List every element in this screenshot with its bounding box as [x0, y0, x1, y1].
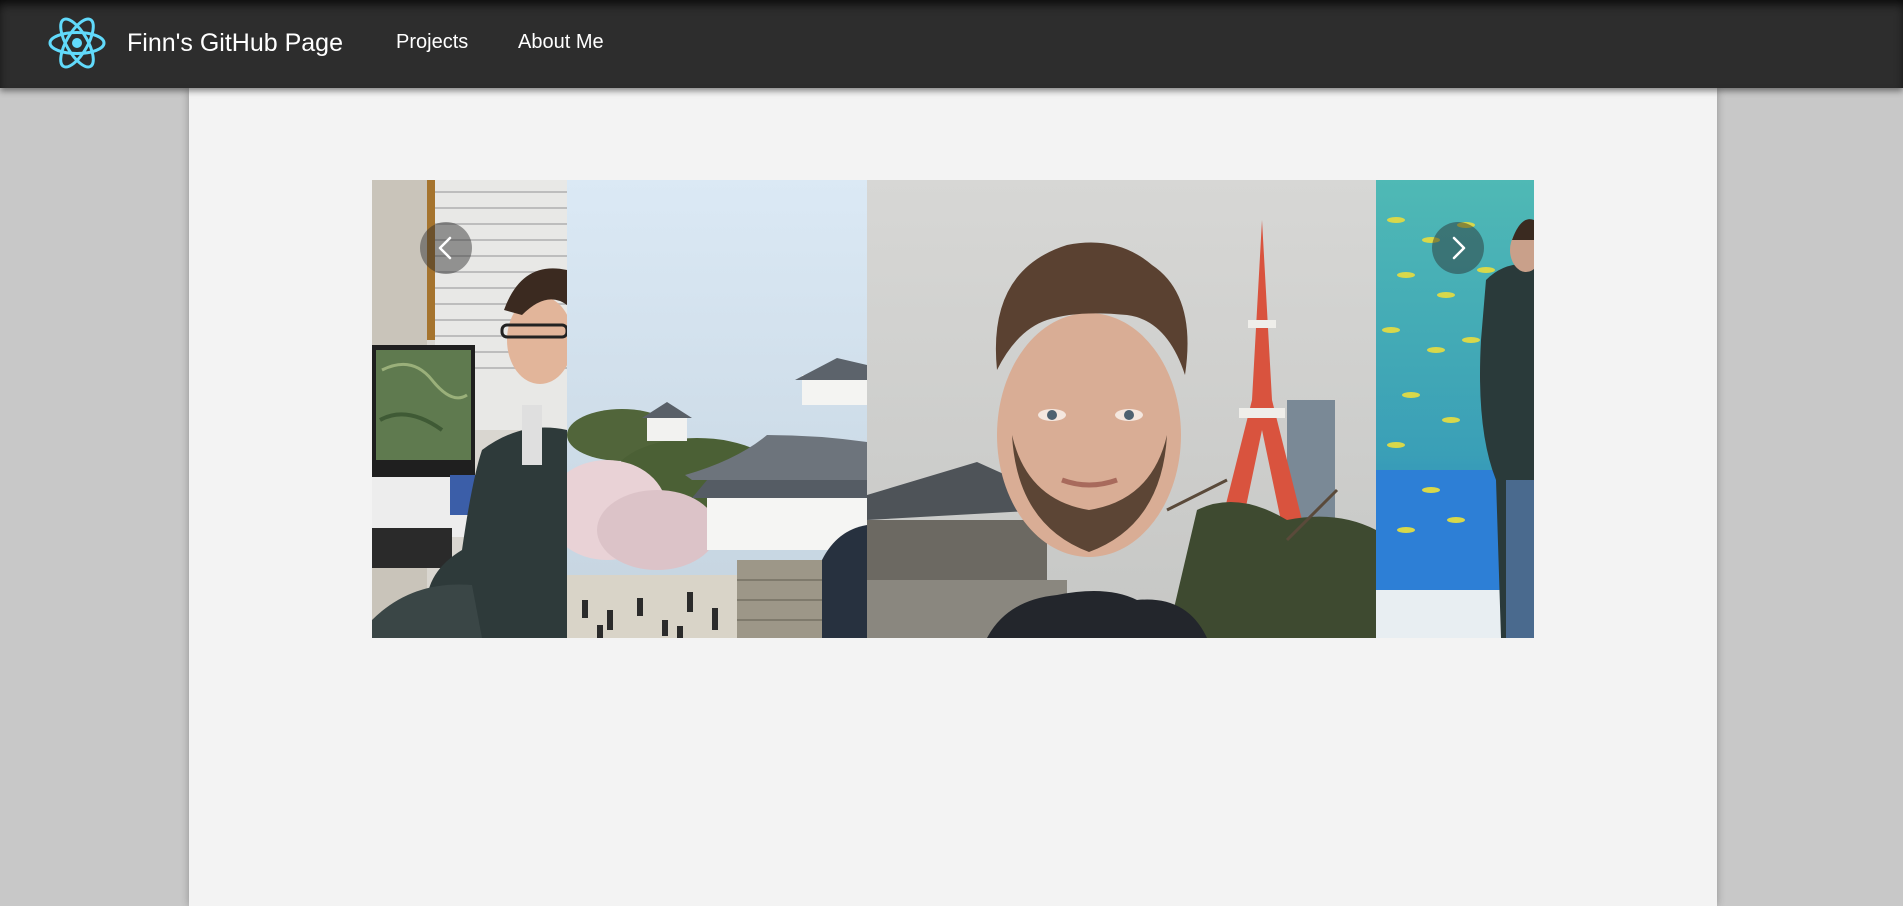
photo-carousel	[372, 180, 1534, 638]
carousel-next-button[interactable]	[1432, 222, 1484, 274]
nav-link-about-me[interactable]: About Me	[518, 31, 604, 54]
carousel-slide-castle-photo	[567, 180, 867, 638]
carousel-prev-button[interactable]	[420, 222, 472, 274]
chevron-left-icon	[438, 236, 452, 260]
site-title[interactable]: Finn's GitHub Page	[127, 29, 343, 58]
carousel-slide-tokyo-tower-photo	[867, 180, 1376, 638]
react-atom-icon[interactable]	[47, 14, 107, 72]
nav-link-projects[interactable]: Projects	[396, 31, 468, 54]
chevron-right-icon	[1452, 236, 1466, 260]
top-navbar: Finn's GitHub Page Projects About Me	[0, 0, 1903, 88]
